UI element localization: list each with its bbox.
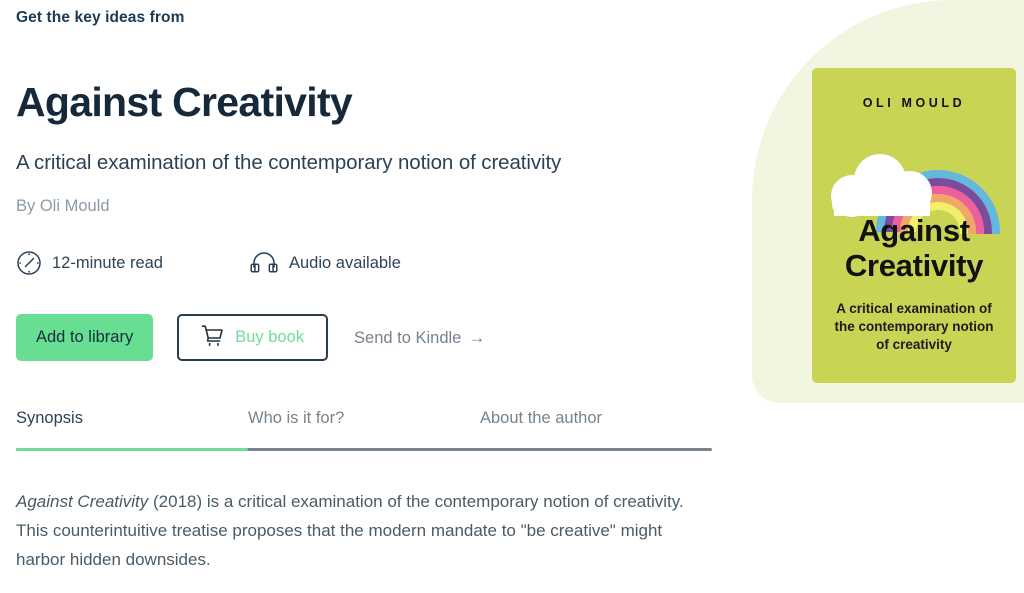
eyebrow-label: Get the key ideas from bbox=[16, 9, 185, 26]
tab-about-the-author[interactable]: About the author bbox=[480, 409, 602, 428]
book-author-byline: By Oli Mould bbox=[16, 197, 110, 216]
send-to-kindle-link[interactable]: Send to Kindle → bbox=[354, 328, 485, 348]
synopsis-book-title: Against Creativity bbox=[16, 492, 149, 512]
tab-who-is-it-for[interactable]: Who is it for? bbox=[248, 409, 344, 428]
clock-icon bbox=[16, 250, 42, 276]
tab-active-indicator bbox=[16, 448, 248, 452]
book-cover-image[interactable]: OLI MOULD Against Creativity A critical … bbox=[812, 68, 1016, 383]
cover-subtitle: A critical examination of the contempora… bbox=[834, 301, 994, 352]
shopping-cart-icon bbox=[201, 324, 224, 352]
cover-author-name: OLI MOULD bbox=[862, 96, 966, 110]
book-meta-row: 12-minute read Audio available bbox=[16, 250, 716, 276]
book-subtitle: A critical examination of the contempora… bbox=[16, 151, 562, 175]
tab-synopsis[interactable]: Synopsis bbox=[16, 409, 83, 428]
headphones-icon bbox=[249, 250, 279, 276]
meta-audio: Audio available bbox=[249, 250, 401, 276]
meta-audio-label: Audio available bbox=[288, 253, 401, 272]
buy-book-label: Buy book bbox=[235, 328, 305, 347]
synopsis-text: Against Creativity (2018) is a critical … bbox=[16, 487, 706, 574]
book-detail-content: Get the key ideas from Against Creativit… bbox=[16, 0, 716, 591]
buy-book-button[interactable]: Buy book bbox=[177, 314, 329, 362]
cover-title-line-1: Against bbox=[858, 213, 970, 248]
page-title: Against Creativity bbox=[16, 79, 353, 125]
detail-tabs: Synopsis Who is it for? About the author bbox=[16, 409, 712, 457]
arrow-right-icon: → bbox=[468, 327, 486, 347]
cover-title: Against Creativity bbox=[812, 213, 1016, 283]
action-buttons-row: Add to library Buy book Send to Kindle → bbox=[16, 314, 716, 362]
book-cover-region: OLI MOULD Against Creativity A critical … bbox=[752, 0, 1024, 404]
cover-title-line-2: Creativity bbox=[844, 248, 984, 283]
send-to-kindle-label: Send to Kindle bbox=[354, 328, 462, 347]
meta-read-time: 12-minute read bbox=[16, 250, 163, 276]
meta-read-time-label: 12-minute read bbox=[52, 253, 163, 272]
add-to-library-button[interactable]: Add to library bbox=[16, 314, 154, 362]
